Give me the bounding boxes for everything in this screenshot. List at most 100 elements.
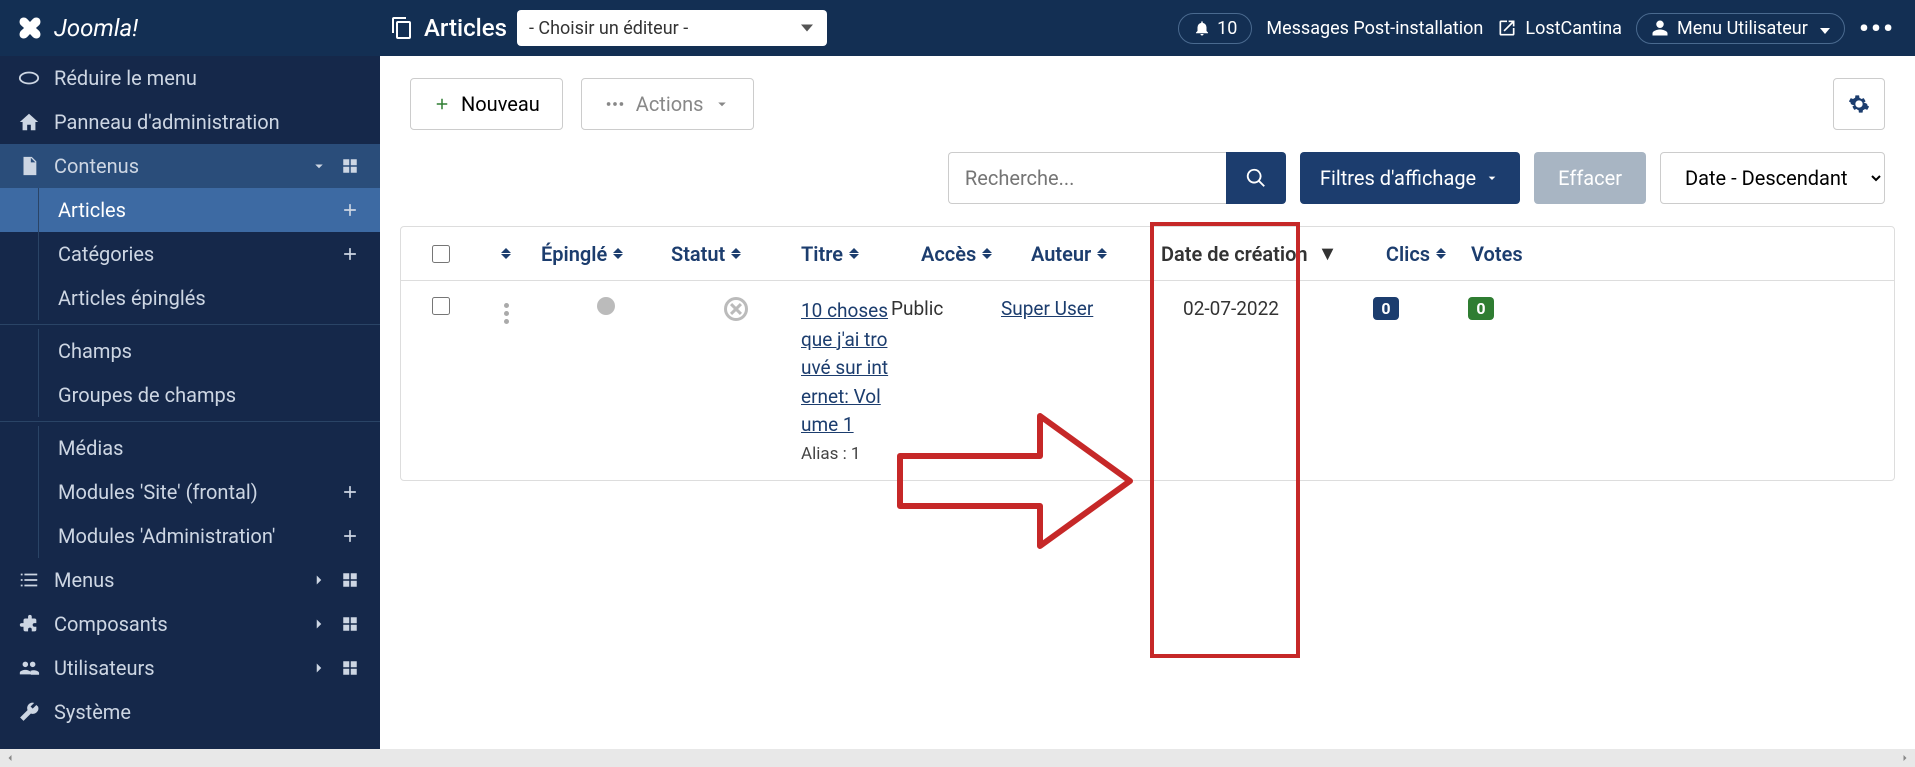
row-access: Public <box>891 297 1001 320</box>
site-link[interactable]: LostCantina <box>1497 18 1622 39</box>
chevron-down-icon <box>713 95 731 113</box>
sidebar-fields-label: Champs <box>58 339 132 363</box>
wrench-icon <box>18 701 40 723</box>
col-pinned[interactable]: Épinglé <box>541 242 671 266</box>
more-icon[interactable]: ••• <box>1859 12 1895 45</box>
sidebar-content[interactable]: Contenus <box>0 144 380 188</box>
sidebar-item-modules-admin[interactable]: Modules 'Administration' <box>0 514 380 558</box>
search-button[interactable] <box>1226 152 1286 204</box>
select-all-checkbox[interactable] <box>432 245 450 263</box>
sidebar-categories-label: Catégories <box>58 242 154 266</box>
horizontal-scrollbar[interactable] <box>0 749 1915 767</box>
plus-icon[interactable] <box>338 524 362 548</box>
col-votes[interactable]: Votes <box>1471 242 1551 266</box>
sidebar-item-categories[interactable]: Catégories <box>0 232 380 276</box>
new-button[interactable]: Nouveau <box>410 78 563 130</box>
editor-select[interactable]: - Choisir un éditeur - <box>517 10 827 46</box>
col-access[interactable]: Accès <box>921 242 1031 266</box>
toolbar: Nouveau Actions <box>380 56 1915 152</box>
filter-options-button[interactable]: Filtres d'affichage <box>1300 152 1520 204</box>
sidebar-field-groups-label: Groupes de champs <box>58 383 236 407</box>
notifications[interactable]: 10 <box>1178 13 1252 44</box>
puzzle-icon <box>18 613 40 635</box>
pin-status-icon[interactable] <box>597 297 615 315</box>
main: Nouveau Actions <box>380 56 1915 749</box>
chevron-down-icon <box>1484 170 1500 186</box>
filter-options-label: Filtres d'affichage <box>1320 166 1476 190</box>
dashboard-icon[interactable] <box>338 612 362 636</box>
plus-icon[interactable] <box>338 480 362 504</box>
articles-table: Épinglé Statut Titre Accès Auteur Date d… <box>400 226 1895 481</box>
dashboard-icon[interactable] <box>338 656 362 680</box>
row-date: 02-07-2022 <box>1131 297 1331 320</box>
sidebar-item-media[interactable]: Médias <box>0 426 380 470</box>
sidebar-components[interactable]: Composants <box>0 602 380 646</box>
status-icon[interactable] <box>724 297 748 321</box>
votes-badge: 0 <box>1468 297 1493 320</box>
sidebar-item-modules-site[interactable]: Modules 'Site' (frontal) <box>0 470 380 514</box>
user-icon <box>1651 19 1669 37</box>
sidebar-system-label: Système <box>54 700 131 724</box>
external-link-icon <box>1497 18 1517 38</box>
list-icon <box>18 569 40 591</box>
sidebar-articles-label: Articles <box>58 198 126 222</box>
sort-icon <box>613 248 623 259</box>
article-title-link[interactable]: 10 choses que j'ai trouvé sur internet: … <box>801 297 891 440</box>
divider <box>0 324 380 325</box>
sidebar-menus-label: Menus <box>54 568 114 592</box>
col-clicks[interactable]: Clics <box>1361 242 1471 266</box>
chevron-down-icon <box>310 157 328 175</box>
sidebar-collapse[interactable]: Réduire le menu <box>0 56 380 100</box>
col-order[interactable] <box>471 248 541 259</box>
site-name: LostCantina <box>1525 18 1622 39</box>
dashboard-icon[interactable] <box>338 154 362 178</box>
gear-icon <box>1848 93 1870 115</box>
sort-select[interactable]: Date - Descendant <box>1660 152 1885 204</box>
scroll-right-icon[interactable] <box>1899 752 1911 764</box>
search-icon <box>1245 167 1267 189</box>
chevron-right-icon <box>310 615 328 633</box>
actions-button[interactable]: Actions <box>581 78 755 130</box>
notif-count: 10 <box>1217 18 1237 39</box>
sidebar-users[interactable]: Utilisateurs <box>0 646 380 690</box>
col-author[interactable]: Auteur <box>1031 242 1161 266</box>
author-link[interactable]: Super User <box>1001 297 1093 320</box>
sort-icon <box>849 248 859 259</box>
sidebar-system[interactable]: Système <box>0 690 380 734</box>
col-status[interactable]: Statut <box>671 242 801 266</box>
col-created[interactable]: Date de création▼ <box>1161 241 1361 266</box>
sidebar-modules-admin-label: Modules 'Administration' <box>58 524 275 548</box>
article-alias: Alias : 1 <box>801 444 891 464</box>
sidebar-item-field-groups[interactable]: Groupes de champs <box>0 373 380 417</box>
page-title: Articles <box>424 14 507 42</box>
actions-button-label: Actions <box>636 92 704 116</box>
plus-icon[interactable] <box>338 198 362 222</box>
settings-button[interactable] <box>1833 78 1885 130</box>
sidebar-components-label: Composants <box>54 612 168 636</box>
clear-button[interactable]: Effacer <box>1534 152 1646 204</box>
sidebar-admin-label: Panneau d'administration <box>54 110 280 134</box>
search-input[interactable] <box>948 152 1226 204</box>
scroll-left-icon[interactable] <box>4 752 16 764</box>
sort-icon <box>982 248 992 259</box>
dashboard-icon[interactable] <box>338 568 362 592</box>
joomla-icon <box>16 14 44 42</box>
row-checkbox[interactable] <box>432 297 450 315</box>
filter-row: Filtres d'affichage Effacer Date - Desce… <box>380 152 1915 226</box>
sidebar-admin-panel[interactable]: Panneau d'administration <box>0 100 380 144</box>
sidebar-item-fields[interactable]: Champs <box>0 329 380 373</box>
collapse-icon <box>18 67 40 89</box>
plus-icon[interactable] <box>338 242 362 266</box>
sidebar-pinned-label: Articles épinglés <box>58 286 206 310</box>
post-install-link[interactable]: Messages Post-installation <box>1266 18 1483 39</box>
chevron-right-icon <box>310 571 328 589</box>
sort-icon <box>501 248 511 259</box>
users-icon <box>18 657 40 679</box>
sidebar-item-articles[interactable]: Articles <box>0 188 380 232</box>
col-title[interactable]: Titre <box>801 242 921 266</box>
page-title-area: Articles - Choisir un éditeur - <box>380 10 837 46</box>
sidebar-item-pinned[interactable]: Articles épinglés <box>0 276 380 320</box>
row-actions-icon[interactable] <box>498 297 515 330</box>
sidebar-menus[interactable]: Menus <box>0 558 380 602</box>
user-menu[interactable]: Menu Utilisateur <box>1636 13 1845 44</box>
